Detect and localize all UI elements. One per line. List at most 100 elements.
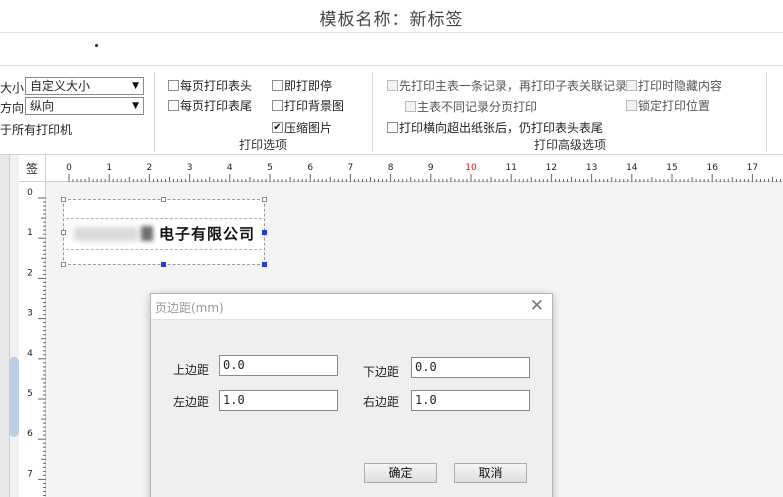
checkbox-box[interactable] [626, 100, 637, 111]
checkbox-label: 先打印主表一条记录，再打印子表关联记录 [399, 79, 628, 93]
checkbox-label: 每页打印表尾 [180, 99, 253, 113]
checkbox-box[interactable] [626, 80, 637, 91]
redacted-text [74, 227, 138, 241]
ruler-label: 3 [27, 309, 33, 319]
left-panel-edge [0, 155, 10, 497]
paper-size-select[interactable]: 自定义大小 ▼ [25, 77, 144, 95]
resize-handle[interactable] [262, 197, 267, 202]
bottom-margin-input[interactable]: 0.0 [411, 357, 530, 378]
ruler-label: 5 [267, 163, 273, 173]
ruler-label: 4 [227, 163, 233, 173]
ruler-label: 6 [27, 429, 33, 439]
ruler-label: 14 [626, 163, 638, 173]
checkbox-print-background[interactable]: 打印背景图 [272, 97, 344, 114]
ruler-label: 10 [465, 163, 477, 173]
dropdown-arrow-icon: ▼ [132, 81, 139, 91]
print-options-group-title: 打印选项 [239, 138, 288, 152]
ruler-label: 3 [187, 163, 193, 173]
checkbox-compress-images[interactable]: ✔ 压缩图片 [272, 119, 332, 136]
resize-handle[interactable] [61, 230, 66, 235]
vertical-ruler-scale: 0 1 2 3 4 5 6 7 [27, 188, 46, 496]
checkbox-label: 打印时隐藏内容 [638, 79, 723, 93]
left-margin-input[interactable]: 1.0 [219, 390, 338, 411]
horizontal-ruler: 0 1 2 3 4 5 6 7 8 9 10 11 12 13 14 15 16 17 [46, 155, 783, 182]
top-margin-input[interactable]: 0.0 [219, 355, 338, 376]
company-name-text: 电子有限公司 [159, 225, 256, 243]
ruler-label: 5 [27, 389, 33, 399]
ruler-label: 6 [307, 163, 313, 173]
checkbox-label: 锁定打印位置 [638, 99, 711, 113]
advanced-options-group-title: 打印高级选项 [534, 138, 607, 152]
checkbox-print-footer-each-page[interactable]: 每页打印表尾 [168, 97, 252, 114]
group-divider [766, 72, 767, 152]
checkbox-box[interactable] [168, 100, 179, 111]
checkbox-page-per-master-record[interactable]: 主表不同记录分页打印 [405, 98, 537, 115]
ruler-label: 8 [388, 163, 394, 173]
close-icon[interactable]: ✕ [530, 296, 544, 316]
resize-handle[interactable] [262, 262, 267, 267]
checkbox-hide-content-on-print[interactable]: 打印时隐藏内容 [626, 77, 722, 94]
ruler-label: 2 [147, 163, 153, 173]
checkbox-label: 压缩图片 [284, 121, 333, 135]
checkbox-print-master-then-detail[interactable]: 先打印主表一条记录，再打印子表关联记录 [387, 77, 627, 94]
horizontal-ruler-scale: 0 1 2 3 4 5 6 7 8 9 10 11 12 13 14 15 16 17 [66, 163, 782, 182]
all-printers-link[interactable]: 于所有打印机 [0, 121, 72, 138]
resize-handle[interactable] [61, 262, 66, 267]
ruler-label: 0 [66, 163, 72, 173]
ruler-label: 1 [106, 163, 112, 173]
text-label-element[interactable]: 电子有限公司 [63, 199, 265, 265]
vertical-ruler: 0 1 2 3 4 5 6 7 [19, 182, 46, 497]
ok-button[interactable]: 确定 [364, 463, 437, 483]
left-panel-toggle[interactable] [9, 357, 19, 437]
redacted-text [141, 226, 153, 241]
ruler-label: 9 [428, 163, 434, 173]
resize-handle[interactable] [161, 197, 166, 202]
resize-handle[interactable] [61, 197, 66, 202]
ruler-label: 12 [546, 163, 557, 173]
paper-size-value: 自定义大小 [30, 79, 91, 93]
orientation-label: 方向 [0, 101, 25, 115]
resize-handle[interactable] [161, 262, 166, 267]
checkbox-lock-print-position[interactable]: 锁定打印位置 [626, 97, 710, 114]
ruler-label: 7 [27, 469, 33, 479]
checkbox-label: 即打即停 [284, 79, 333, 93]
size-label: 大小 [0, 81, 25, 95]
template-title: 模板名称：新标签 [319, 10, 464, 30]
orientation-value: 纵向 [30, 99, 55, 113]
ruler-label: 0 [27, 188, 33, 198]
dialog-title-bar[interactable]: 页边距(mm) ✕ [151, 294, 552, 320]
top-margin-label: 上边距 [173, 363, 210, 377]
ruler-label: 4 [27, 349, 33, 359]
ruler-label: 16 [706, 163, 718, 173]
checkbox-landscape-overflow-header-footer[interactable]: 打印横向超出纸张后，仍打印表头表尾 [387, 119, 603, 136]
ruler-label: 11 [505, 163, 516, 173]
ruler-label: 7 [348, 163, 354, 173]
margin-dialog: 页边距(mm) ✕ 上边距 0.0 下边距 0.0 左边距 1.0 右边距 1.… [150, 293, 553, 497]
resize-handle[interactable] [262, 230, 267, 235]
checkbox-label: 打印背景图 [284, 99, 345, 113]
checkbox-print-and-stop[interactable]: 即打即停 [272, 77, 332, 94]
checkbox-box[interactable] [387, 80, 398, 91]
checkbox-box[interactable] [387, 122, 398, 133]
ruler-corner: 签 [19, 155, 46, 182]
checkbox-print-header-each-page[interactable]: 每页打印表头 [168, 77, 252, 94]
right-margin-input[interactable]: 1.0 [411, 390, 530, 411]
cancel-button[interactable]: 取消 [454, 463, 527, 483]
ruler-label: 13 [586, 163, 597, 173]
checkbox-box[interactable] [405, 101, 416, 112]
checkbox-box[interactable] [272, 100, 283, 111]
left-margin-label: 左边距 [173, 395, 210, 409]
checkbox-box[interactable] [272, 80, 283, 91]
dialog-title: 页边距(mm) [155, 301, 224, 315]
checkbox-label: 打印横向超出纸张后，仍打印表头表尾 [399, 121, 604, 135]
bottom-margin-label: 下边距 [363, 365, 400, 379]
title-bar: 模板名称：新标签 [0, 0, 783, 33]
checkbox-label: 主表不同记录分页打印 [417, 100, 538, 114]
checkbox-box[interactable] [168, 80, 179, 91]
options-panel: 大小 自定义大小 ▼ 方向 纵向 ▼ 于所有打印机 每页打印表头 每页打印表尾 … [0, 66, 783, 155]
checkmark-icon[interactable]: ✔ [272, 122, 283, 133]
orientation-select[interactable]: 纵向 ▼ [25, 97, 144, 115]
dropdown-arrow-icon: ▼ [132, 101, 139, 111]
ruler-label: 15 [666, 163, 677, 173]
checkbox-label: 每页打印表头 [180, 79, 253, 93]
